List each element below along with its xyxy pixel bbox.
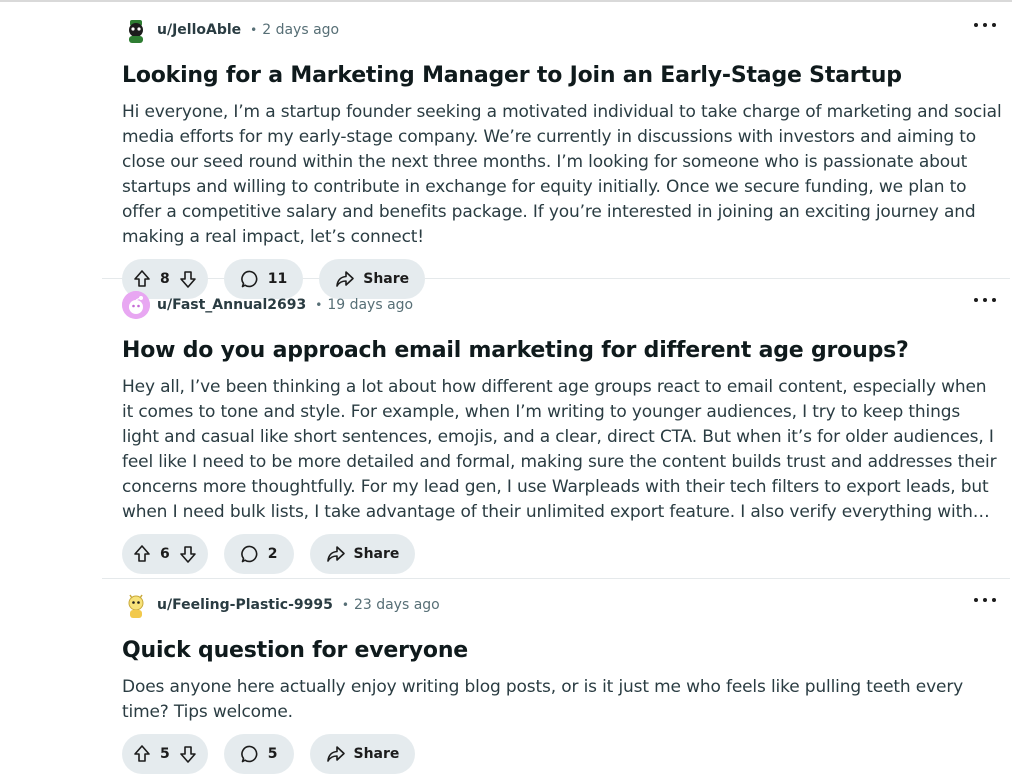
- post-title[interactable]: Looking for a Marketing Manager to Join …: [122, 62, 1010, 90]
- post-body[interactable]: Hi everyone, I’m a startup founder seeki…: [122, 100, 1002, 250]
- downvote-icon[interactable]: [178, 544, 198, 564]
- post-card[interactable]: u/JelloAble • 2 days ago Looking for a M…: [102, 4, 1010, 299]
- comment-count: 5: [267, 746, 278, 762]
- downvote-icon[interactable]: [178, 744, 198, 764]
- top-border: [0, 0, 1012, 2]
- post-meta: u/Feeling-Plastic-9995 • 23 days ago: [122, 579, 1010, 621]
- more-icon[interactable]: [974, 594, 996, 606]
- post-age: 2 days ago: [262, 22, 340, 38]
- post-actions: 5 5 Share: [122, 734, 1010, 774]
- share-button[interactable]: Share: [309, 734, 416, 774]
- avatar-icon[interactable]: [122, 591, 150, 619]
- post-body[interactable]: Hey all, I’ve been thinking a lot about …: [122, 375, 1002, 525]
- post-title[interactable]: How do you approach email marketing for …: [122, 337, 1010, 365]
- upvote-icon[interactable]: [132, 544, 152, 564]
- comment-icon: [240, 744, 260, 764]
- post-age: 23 days ago: [353, 597, 440, 613]
- share-icon: [326, 744, 346, 764]
- post-author[interactable]: u/Fast_Annual2693: [157, 297, 306, 313]
- avatar-icon[interactable]: [122, 291, 150, 319]
- post-title[interactable]: Quick question for everyone: [122, 637, 1010, 665]
- comment-count: 2: [267, 546, 278, 562]
- upvote-icon[interactable]: [132, 744, 152, 764]
- post-age: 19 days ago: [327, 297, 414, 313]
- comments-button[interactable]: 5: [223, 734, 294, 774]
- post-author[interactable]: u/JelloAble: [157, 22, 241, 38]
- vote-count: 5: [160, 746, 170, 762]
- post-body[interactable]: Does anyone here actually enjoy writing …: [122, 675, 1002, 725]
- comments-button[interactable]: 2: [223, 534, 294, 574]
- comment-icon: [240, 544, 260, 564]
- post-author[interactable]: u/Feeling-Plastic-9995: [157, 597, 333, 613]
- meta-separator: •: [315, 298, 323, 312]
- meta-separator: •: [250, 23, 258, 37]
- post-card[interactable]: u/Fast_Annual2693 • 19 days ago How do y…: [102, 279, 1010, 578]
- vote-control: 5: [122, 734, 208, 774]
- vote-control: 6: [122, 534, 208, 574]
- more-icon[interactable]: [974, 19, 996, 31]
- avatar-icon[interactable]: [122, 16, 150, 44]
- share-label: Share: [353, 746, 400, 762]
- share-label: Share: [353, 546, 400, 562]
- post-feed: u/JelloAble • 2 days ago Looking for a M…: [102, 4, 1010, 779]
- post-meta: u/Fast_Annual2693 • 19 days ago: [122, 279, 1010, 321]
- more-icon[interactable]: [974, 294, 996, 306]
- meta-separator: •: [341, 598, 349, 612]
- vote-count: 6: [160, 546, 170, 562]
- share-icon: [326, 544, 346, 564]
- post-card[interactable]: u/Feeling-Plastic-9995 • 23 days ago Qui…: [102, 579, 1010, 779]
- post-actions: 6 2 Share: [122, 534, 1010, 574]
- share-button[interactable]: Share: [309, 534, 416, 574]
- post-meta: u/JelloAble • 2 days ago: [122, 4, 1010, 46]
